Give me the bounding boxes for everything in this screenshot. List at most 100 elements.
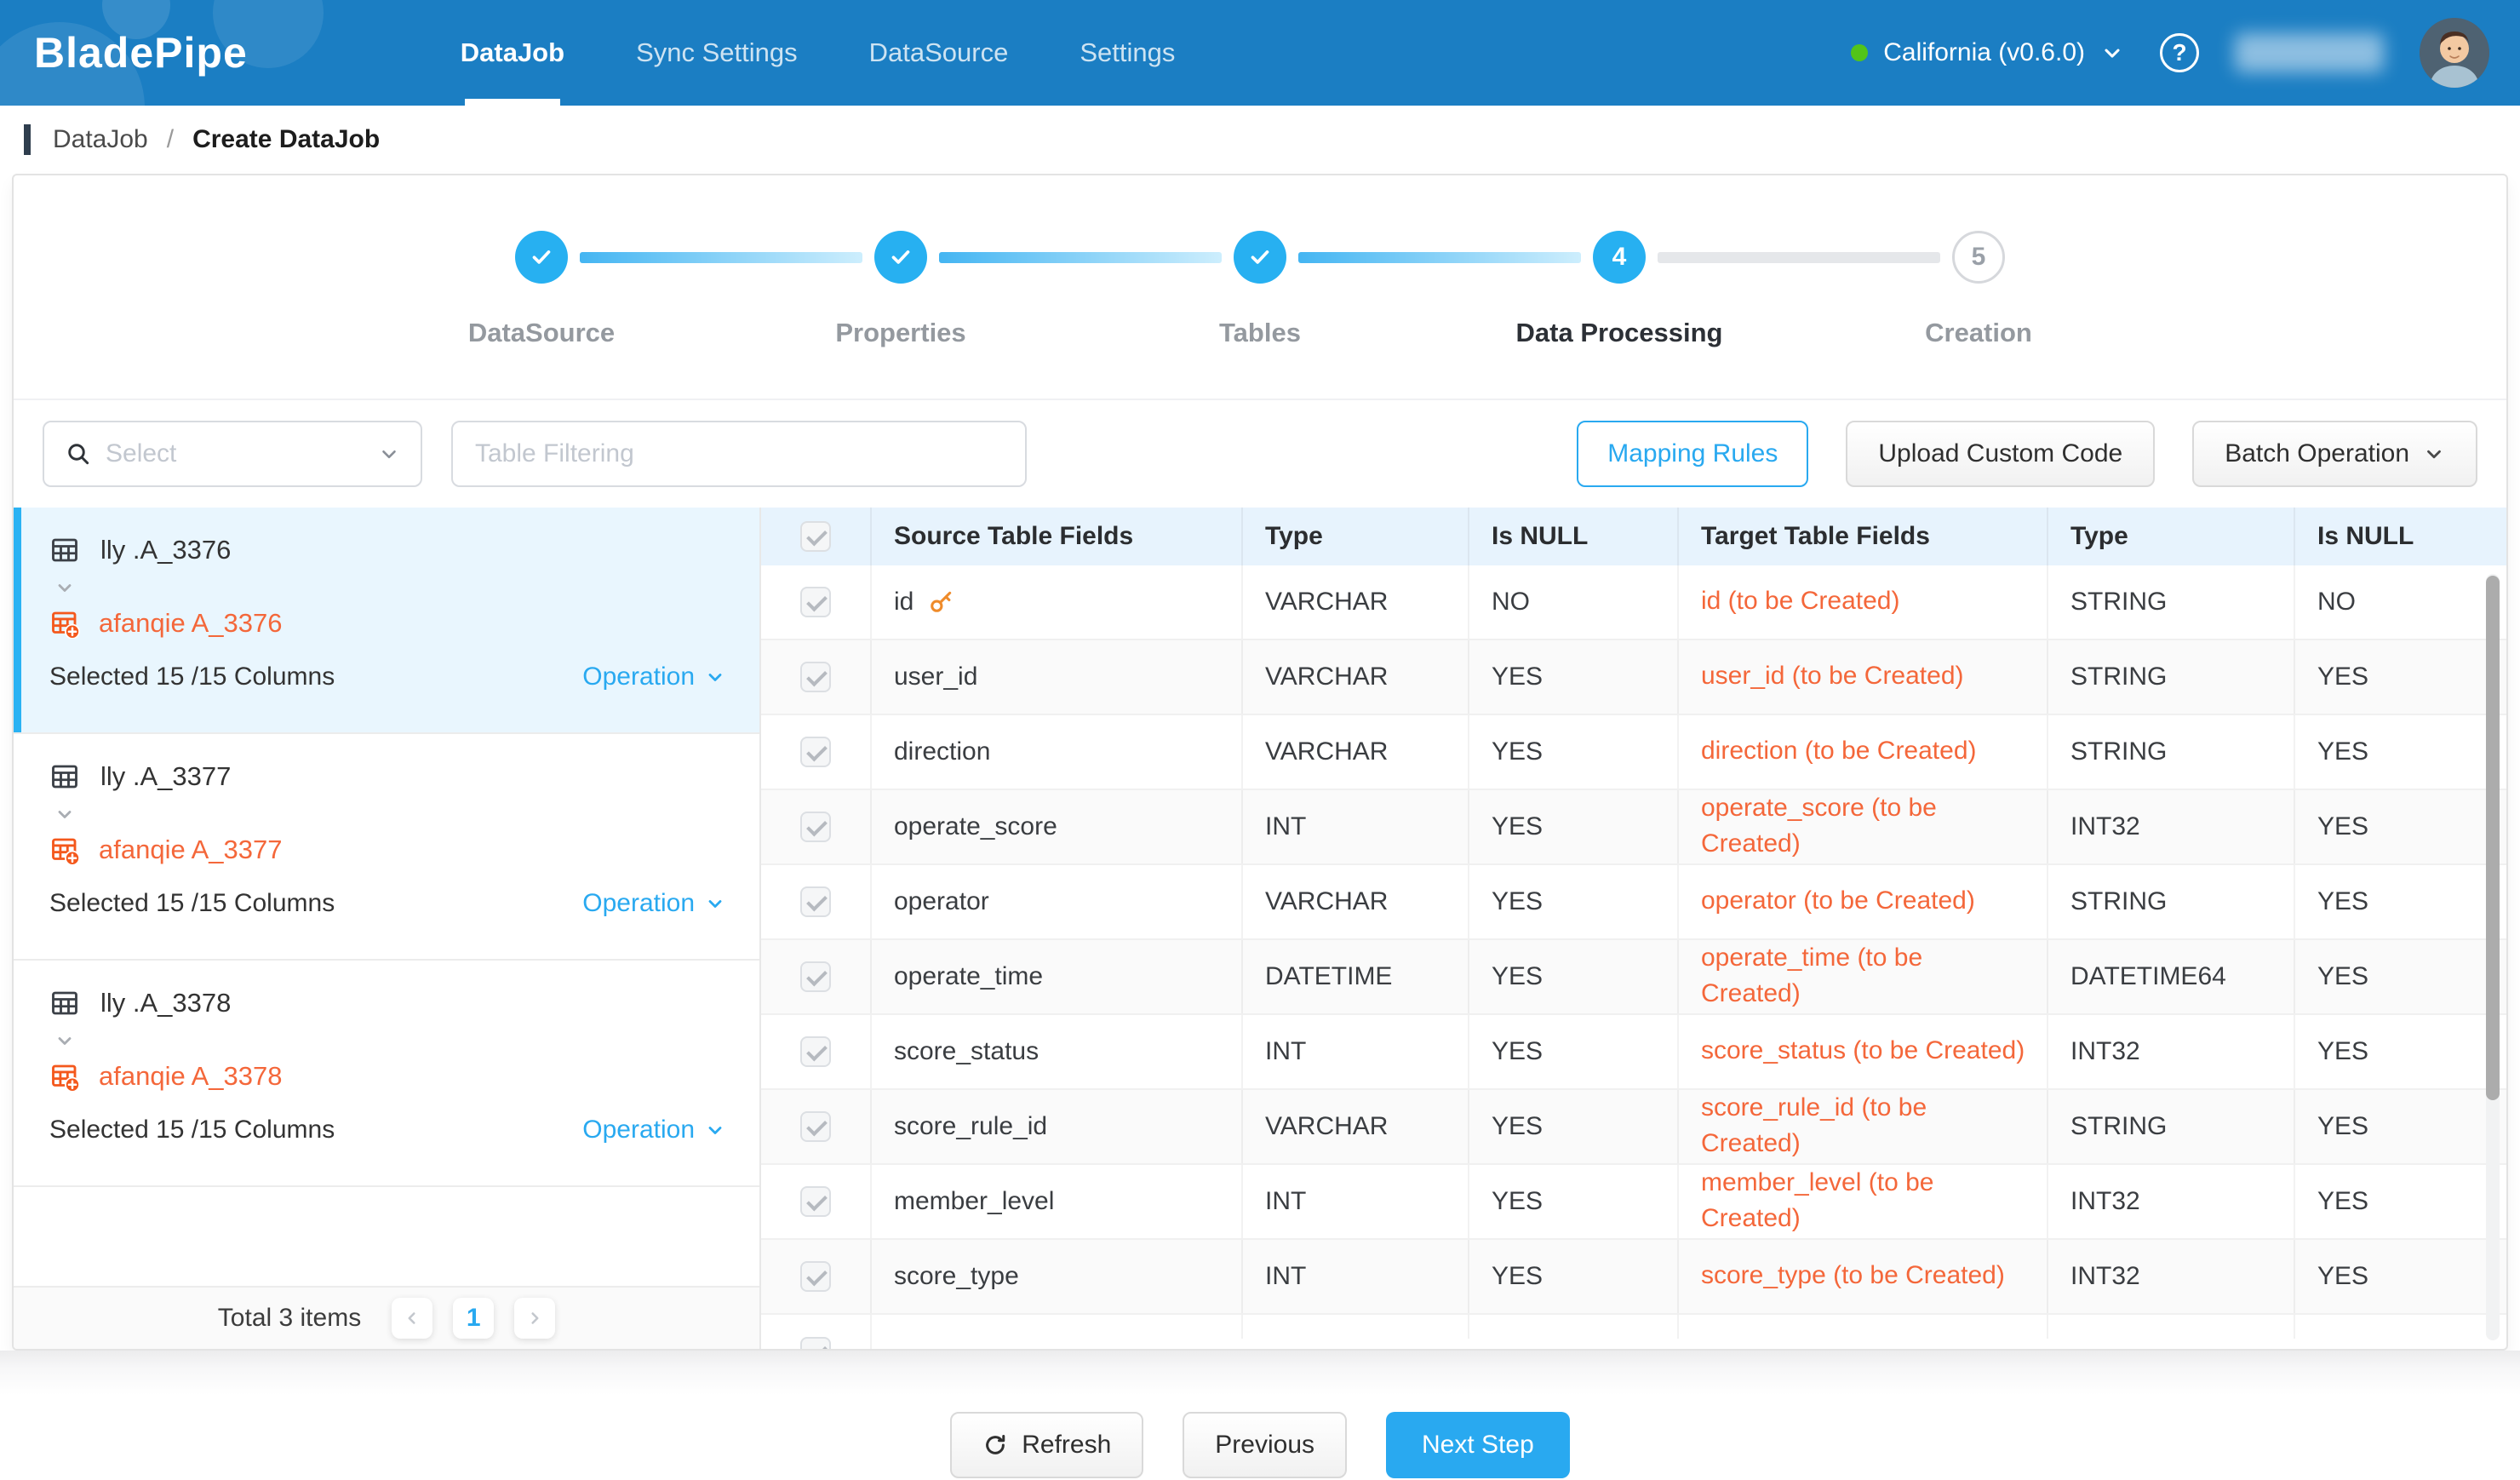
target-table-name: afanqie A_3376	[99, 608, 283, 639]
avatar[interactable]	[2420, 18, 2489, 88]
checkbox-checked-disabled	[800, 1261, 831, 1292]
target-isnull-cell: YES	[2295, 1015, 2506, 1088]
target-field-cell: direction (to be Created)	[1679, 715, 2048, 789]
chevron-down-icon[interactable]	[54, 1030, 725, 1051]
target-isnull-cell: YES	[2295, 640, 2506, 714]
target-field-name: direction (to be Created)	[1701, 733, 1977, 769]
previous-button[interactable]: Previous	[1183, 1412, 1347, 1478]
table-filtering-input[interactable]	[451, 421, 1027, 487]
table-list-item-1[interactable]: lly .A_3376afanqie A_3376Selected 15 /15…	[14, 508, 759, 734]
target-type-cell: STRING	[2048, 715, 2295, 789]
row-checkbox-cell	[761, 1240, 872, 1313]
target-field-name: score_rule_id (to be Created)	[1701, 1090, 2026, 1162]
checkbox-checked-disabled	[800, 961, 831, 992]
step-tables: Tables	[1234, 231, 1286, 284]
source-field-cell: user_id	[872, 640, 1243, 714]
checkbox-checked-disabled	[800, 737, 831, 767]
region-selector[interactable]: California (v0.6.0)	[1851, 38, 2124, 67]
row-checkbox-cell	[761, 865, 872, 938]
row-checkbox-cell	[761, 640, 872, 714]
next-step-button[interactable]: Next Step	[1386, 1412, 1570, 1478]
item-footer-row: Selected 15 /15 ColumnsOperation	[49, 1116, 725, 1144]
item-footer-row: Selected 15 /15 Columns Operation	[49, 889, 725, 918]
refresh-icon	[982, 1432, 1008, 1458]
target-field-name: score_type (to be Created)	[1701, 1258, 2005, 1294]
help-icon[interactable]: ?	[2160, 33, 2199, 72]
step-label: Creation	[1925, 318, 2032, 348]
empty-cell	[1243, 1315, 1469, 1339]
wizard-footer: Refresh Previous Next Step	[0, 1351, 2520, 1480]
source-table-row: lly .A_3376	[49, 535, 725, 565]
chevron-down-icon[interactable]	[54, 577, 725, 598]
table-icon	[49, 761, 80, 792]
target-table-name: afanqie A_3378	[99, 1061, 283, 1092]
vertical-scrollbar	[2486, 574, 2500, 1340]
target-field-cell: operate_time (to be Created)	[1679, 940, 2048, 1013]
selected-columns-text: Selected 15 /15 Columns	[49, 889, 335, 918]
chevron-down-icon[interactable]	[54, 804, 725, 824]
scrollbar-thumb[interactable]	[2486, 576, 2500, 1100]
field-row-operator: operatorVARCHARYESoperator (to be Create…	[761, 865, 2506, 940]
target-field-cell: score_rule_id (to be Created)	[1679, 1090, 2048, 1163]
pagination-prev-button[interactable]	[392, 1298, 432, 1339]
table-add-icon	[49, 608, 80, 639]
field-table-header: Source Table FieldsTypeIs NULLTarget Tab…	[761, 508, 2506, 565]
breadcrumb-parent[interactable]: DataJob	[53, 125, 148, 154]
upload-custom-code-button[interactable]: Upload Custom Code	[1846, 421, 2155, 487]
nav-item-settings[interactable]: Settings	[1080, 0, 1175, 106]
step-label: DataSource	[468, 318, 615, 348]
source-field-cell: operate_time	[872, 940, 1243, 1013]
source-field-cell: operate_score	[872, 790, 1243, 863]
pagination-next-button[interactable]	[514, 1298, 555, 1339]
mapping-rules-button[interactable]: Mapping Rules	[1577, 421, 1808, 487]
username-redacted[interactable]	[2235, 33, 2384, 72]
source-field-cell: score_type	[872, 1240, 1243, 1313]
field-row-member_level: member_levelINTYESmember_level (to be Cr…	[761, 1165, 2506, 1240]
field-row-direction: directionVARCHARYESdirection (to be Crea…	[761, 715, 2506, 790]
target-type-cell: STRING	[2048, 865, 2295, 938]
source-isnull-cell: NO	[1469, 565, 1679, 639]
source-table-name: lly .A_3376	[100, 535, 231, 565]
pagination-page-1[interactable]: 1	[453, 1298, 494, 1339]
step-label: Properties	[835, 318, 965, 348]
batch-operation-button[interactable]: Batch Operation	[2192, 421, 2477, 487]
field-mapping-table: Source Table FieldsTypeIs NULLTarget Tab…	[761, 508, 2506, 1349]
chevron-down-icon	[705, 667, 725, 687]
step-label: Data Processing	[1516, 318, 1723, 348]
target-field-name: operate_time (to be Created)	[1701, 940, 2026, 1012]
target-isnull-cell: YES	[2295, 1165, 2506, 1238]
checkbox-checked-disabled	[800, 521, 831, 552]
toolbar: Select Mapping Rules Upload Custom Code …	[14, 400, 2506, 508]
chevron-down-icon	[705, 893, 725, 914]
app-logo[interactable]: BladePipe	[34, 28, 248, 77]
operation-link[interactable]: Operation	[582, 1116, 725, 1144]
operation-link[interactable]: Operation	[582, 663, 725, 691]
source-table-row: lly .A_3378	[49, 988, 725, 1018]
pagination: Total 3 items 1	[14, 1286, 759, 1349]
nav-item-datajob[interactable]: DataJob	[461, 0, 564, 106]
target-type-cell: INT32	[2048, 1165, 2295, 1238]
header-source-table-fields-0: Source Table Fields	[872, 508, 1243, 565]
table-list-item-3[interactable]: lly .A_3378afanqie A_3378 Selected 15 /15…	[14, 961, 759, 1187]
table-select-dropdown[interactable]: Select	[43, 421, 422, 487]
field-row-operate_score: operate_scoreINTYESoperate_score (to be …	[761, 790, 2506, 865]
row-checkbox-cell	[761, 715, 872, 789]
table-list-item-2[interactable]: lly .A_3377afanqie A_3377Selected 15 /15…	[14, 734, 759, 961]
top-nav: BladePipe DataJob Sync Settings DataSource…	[0, 0, 2520, 106]
step-circle-creation: 5	[1952, 231, 2005, 284]
field-row-user_id: user_idVARCHARYESuser_id (to be Created)…	[761, 640, 2506, 715]
empty-cell	[2295, 1315, 2506, 1339]
operation-link[interactable]: Operation	[582, 889, 725, 918]
target-type-cell: STRING	[2048, 640, 2295, 714]
source-field-cell: direction	[872, 715, 1243, 789]
checkbox-checked-disabled	[800, 587, 831, 617]
step-circle-datasource	[515, 231, 568, 284]
stepper-section: DataSourcePropertiesTables4Data Processi…	[14, 175, 2506, 400]
nav-item-sync-settings[interactable]: Sync Settings	[636, 0, 798, 106]
nav-item-datasource[interactable]: DataSource	[869, 0, 1009, 106]
source-type-cell: VARCHAR	[1243, 865, 1469, 938]
target-field-cell: score_type (to be Created)	[1679, 1240, 2048, 1313]
source-type-cell: VARCHAR	[1243, 1090, 1469, 1163]
breadcrumb-separator: /	[167, 125, 174, 154]
refresh-button[interactable]: Refresh	[950, 1412, 1143, 1478]
